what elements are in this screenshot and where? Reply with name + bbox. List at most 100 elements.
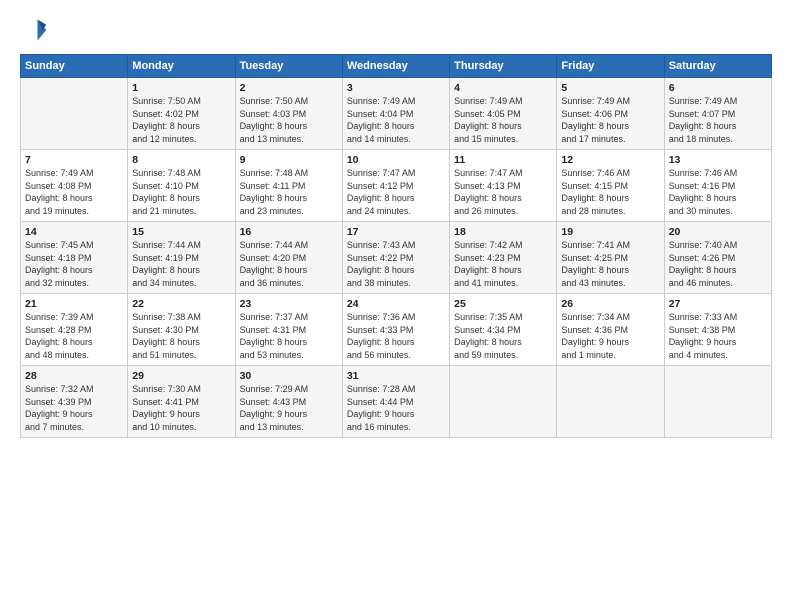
day-number: 5 <box>561 82 659 94</box>
day-number: 10 <box>347 154 445 166</box>
calendar-cell: 29Sunrise: 7:30 AMSunset: 4:41 PMDayligh… <box>128 366 235 438</box>
calendar-cell <box>557 366 664 438</box>
day-number: 30 <box>240 370 338 382</box>
calendar-cell: 5Sunrise: 7:49 AMSunset: 4:06 PMDaylight… <box>557 78 664 150</box>
calendar-cell: 20Sunrise: 7:40 AMSunset: 4:26 PMDayligh… <box>664 222 771 294</box>
day-number: 13 <box>669 154 767 166</box>
day-number: 6 <box>669 82 767 94</box>
day-number: 31 <box>347 370 445 382</box>
calendar-cell: 31Sunrise: 7:28 AMSunset: 4:44 PMDayligh… <box>342 366 449 438</box>
calendar-cell: 17Sunrise: 7:43 AMSunset: 4:22 PMDayligh… <box>342 222 449 294</box>
calendar-cell: 1Sunrise: 7:50 AMSunset: 4:02 PMDaylight… <box>128 78 235 150</box>
calendar-body: 1Sunrise: 7:50 AMSunset: 4:02 PMDaylight… <box>21 78 772 438</box>
day-info: Sunrise: 7:47 AMSunset: 4:12 PMDaylight:… <box>347 167 445 217</box>
weekday-header-cell: Tuesday <box>235 55 342 78</box>
day-number: 28 <box>25 370 123 382</box>
calendar-cell <box>21 78 128 150</box>
calendar-page: SundayMondayTuesdayWednesdayThursdayFrid… <box>0 0 792 612</box>
calendar-cell: 24Sunrise: 7:36 AMSunset: 4:33 PMDayligh… <box>342 294 449 366</box>
day-number: 2 <box>240 82 338 94</box>
calendar-cell: 3Sunrise: 7:49 AMSunset: 4:04 PMDaylight… <box>342 78 449 150</box>
calendar-cell <box>664 366 771 438</box>
day-number: 7 <box>25 154 123 166</box>
day-info: Sunrise: 7:48 AMSunset: 4:10 PMDaylight:… <box>132 167 230 217</box>
calendar-cell: 8Sunrise: 7:48 AMSunset: 4:10 PMDaylight… <box>128 150 235 222</box>
day-number: 20 <box>669 226 767 238</box>
calendar-cell: 19Sunrise: 7:41 AMSunset: 4:25 PMDayligh… <box>557 222 664 294</box>
weekday-header-cell: Friday <box>557 55 664 78</box>
day-info: Sunrise: 7:49 AMSunset: 4:04 PMDaylight:… <box>347 95 445 145</box>
day-number: 21 <box>25 298 123 310</box>
calendar-cell: 21Sunrise: 7:39 AMSunset: 4:28 PMDayligh… <box>21 294 128 366</box>
day-number: 1 <box>132 82 230 94</box>
calendar-cell: 16Sunrise: 7:44 AMSunset: 4:20 PMDayligh… <box>235 222 342 294</box>
day-number: 26 <box>561 298 659 310</box>
calendar-cell: 7Sunrise: 7:49 AMSunset: 4:08 PMDaylight… <box>21 150 128 222</box>
day-info: Sunrise: 7:41 AMSunset: 4:25 PMDaylight:… <box>561 239 659 289</box>
calendar-cell <box>450 366 557 438</box>
day-number: 14 <box>25 226 123 238</box>
calendar-cell: 18Sunrise: 7:42 AMSunset: 4:23 PMDayligh… <box>450 222 557 294</box>
weekday-header-cell: Monday <box>128 55 235 78</box>
day-info: Sunrise: 7:48 AMSunset: 4:11 PMDaylight:… <box>240 167 338 217</box>
day-number: 25 <box>454 298 552 310</box>
weekday-header-cell: Sunday <box>21 55 128 78</box>
day-info: Sunrise: 7:49 AMSunset: 4:08 PMDaylight:… <box>25 167 123 217</box>
day-number: 3 <box>347 82 445 94</box>
day-info: Sunrise: 7:35 AMSunset: 4:34 PMDaylight:… <box>454 311 552 361</box>
day-info: Sunrise: 7:47 AMSunset: 4:13 PMDaylight:… <box>454 167 552 217</box>
day-number: 23 <box>240 298 338 310</box>
day-info: Sunrise: 7:38 AMSunset: 4:30 PMDaylight:… <box>132 311 230 361</box>
calendar-table: SundayMondayTuesdayWednesdayThursdayFrid… <box>20 54 772 438</box>
day-number: 15 <box>132 226 230 238</box>
calendar-cell: 4Sunrise: 7:49 AMSunset: 4:05 PMDaylight… <box>450 78 557 150</box>
calendar-week-row: 1Sunrise: 7:50 AMSunset: 4:02 PMDaylight… <box>21 78 772 150</box>
day-info: Sunrise: 7:28 AMSunset: 4:44 PMDaylight:… <box>347 383 445 433</box>
weekday-header-row: SundayMondayTuesdayWednesdayThursdayFrid… <box>21 55 772 78</box>
calendar-week-row: 14Sunrise: 7:45 AMSunset: 4:18 PMDayligh… <box>21 222 772 294</box>
calendar-cell: 2Sunrise: 7:50 AMSunset: 4:03 PMDaylight… <box>235 78 342 150</box>
page-header <box>20 16 772 44</box>
calendar-cell: 30Sunrise: 7:29 AMSunset: 4:43 PMDayligh… <box>235 366 342 438</box>
day-info: Sunrise: 7:45 AMSunset: 4:18 PMDaylight:… <box>25 239 123 289</box>
calendar-week-row: 28Sunrise: 7:32 AMSunset: 4:39 PMDayligh… <box>21 366 772 438</box>
calendar-week-row: 7Sunrise: 7:49 AMSunset: 4:08 PMDaylight… <box>21 150 772 222</box>
calendar-cell: 10Sunrise: 7:47 AMSunset: 4:12 PMDayligh… <box>342 150 449 222</box>
day-info: Sunrise: 7:34 AMSunset: 4:36 PMDaylight:… <box>561 311 659 361</box>
day-info: Sunrise: 7:49 AMSunset: 4:07 PMDaylight:… <box>669 95 767 145</box>
day-info: Sunrise: 7:32 AMSunset: 4:39 PMDaylight:… <box>25 383 123 433</box>
calendar-cell: 15Sunrise: 7:44 AMSunset: 4:19 PMDayligh… <box>128 222 235 294</box>
day-info: Sunrise: 7:30 AMSunset: 4:41 PMDaylight:… <box>132 383 230 433</box>
calendar-cell: 22Sunrise: 7:38 AMSunset: 4:30 PMDayligh… <box>128 294 235 366</box>
day-info: Sunrise: 7:42 AMSunset: 4:23 PMDaylight:… <box>454 239 552 289</box>
day-number: 27 <box>669 298 767 310</box>
day-info: Sunrise: 7:49 AMSunset: 4:06 PMDaylight:… <box>561 95 659 145</box>
day-number: 29 <box>132 370 230 382</box>
day-info: Sunrise: 7:40 AMSunset: 4:26 PMDaylight:… <box>669 239 767 289</box>
day-info: Sunrise: 7:44 AMSunset: 4:19 PMDaylight:… <box>132 239 230 289</box>
calendar-week-row: 21Sunrise: 7:39 AMSunset: 4:28 PMDayligh… <box>21 294 772 366</box>
day-info: Sunrise: 7:44 AMSunset: 4:20 PMDaylight:… <box>240 239 338 289</box>
calendar-cell: 12Sunrise: 7:46 AMSunset: 4:15 PMDayligh… <box>557 150 664 222</box>
weekday-header-cell: Saturday <box>664 55 771 78</box>
day-info: Sunrise: 7:49 AMSunset: 4:05 PMDaylight:… <box>454 95 552 145</box>
day-number: 9 <box>240 154 338 166</box>
weekday-header-cell: Thursday <box>450 55 557 78</box>
day-number: 12 <box>561 154 659 166</box>
calendar-cell: 9Sunrise: 7:48 AMSunset: 4:11 PMDaylight… <box>235 150 342 222</box>
weekday-header-cell: Wednesday <box>342 55 449 78</box>
calendar-cell: 25Sunrise: 7:35 AMSunset: 4:34 PMDayligh… <box>450 294 557 366</box>
calendar-cell: 23Sunrise: 7:37 AMSunset: 4:31 PMDayligh… <box>235 294 342 366</box>
calendar-cell: 6Sunrise: 7:49 AMSunset: 4:07 PMDaylight… <box>664 78 771 150</box>
day-number: 16 <box>240 226 338 238</box>
day-info: Sunrise: 7:33 AMSunset: 4:38 PMDaylight:… <box>669 311 767 361</box>
day-number: 19 <box>561 226 659 238</box>
calendar-cell: 11Sunrise: 7:47 AMSunset: 4:13 PMDayligh… <box>450 150 557 222</box>
day-info: Sunrise: 7:50 AMSunset: 4:03 PMDaylight:… <box>240 95 338 145</box>
calendar-cell: 13Sunrise: 7:46 AMSunset: 4:16 PMDayligh… <box>664 150 771 222</box>
day-number: 11 <box>454 154 552 166</box>
logo <box>20 16 52 44</box>
day-info: Sunrise: 7:37 AMSunset: 4:31 PMDaylight:… <box>240 311 338 361</box>
calendar-cell: 27Sunrise: 7:33 AMSunset: 4:38 PMDayligh… <box>664 294 771 366</box>
day-number: 8 <box>132 154 230 166</box>
